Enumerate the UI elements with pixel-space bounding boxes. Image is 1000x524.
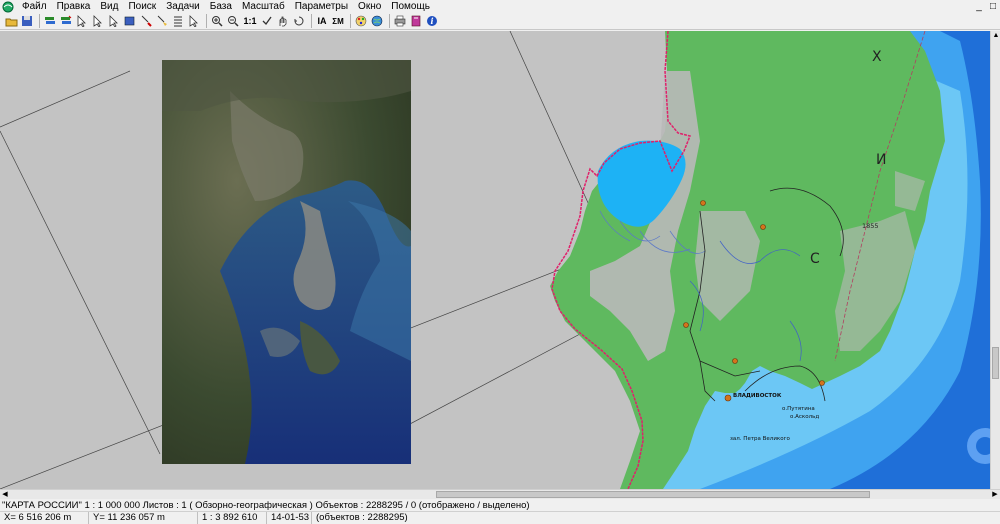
minimize-button[interactable]: _ [972, 1, 986, 13]
globe-icon[interactable] [370, 14, 384, 28]
map-label-peter-bay: зал. Петра Великого [730, 436, 790, 442]
toolbar-separator [206, 14, 207, 28]
layers-icon[interactable] [43, 14, 57, 28]
scroll-up-icon[interactable]: ▲ [991, 31, 1000, 41]
menu-help[interactable]: Помощь [386, 0, 435, 13]
book-icon[interactable] [409, 14, 423, 28]
menu-file[interactable]: Файл [17, 0, 52, 13]
toolbar-separator [350, 14, 351, 28]
y-value: 11 236 057 m [107, 512, 165, 523]
text-tool-icon[interactable]: IA [315, 14, 329, 28]
horizontal-scrollbar[interactable]: ◀ ▶ [0, 489, 1000, 499]
y-label: Y= [93, 512, 105, 523]
status-time: 14-01-53 [267, 512, 312, 524]
menu-bar: Файл Правка Вид Поиск Задачи База Масшта… [0, 0, 1000, 13]
rotate-icon[interactable] [292, 14, 306, 28]
palette-icon[interactable] [354, 14, 368, 28]
app-icon[interactable] [2, 1, 14, 13]
open-folder-icon[interactable] [4, 14, 18, 28]
zoom-out-icon[interactable] [226, 14, 240, 28]
map-label-elevation: 1855 [862, 222, 879, 230]
status-scale: 1 : 3 892 610 [198, 512, 267, 524]
map-label-char1: Х [872, 49, 882, 65]
vertical-scrollbar[interactable]: ▲ [990, 31, 1000, 489]
select-area-icon[interactable] [139, 14, 153, 28]
select-pointer2-icon[interactable] [91, 14, 105, 28]
x-label: X= [4, 512, 16, 523]
select-pointer-icon[interactable] [75, 14, 89, 28]
map-canvas[interactable]: Х С И 1855 ВЛАДИВОСТОК о.Путятина о.Аско… [0, 31, 990, 489]
menu-window[interactable]: Окно [353, 0, 386, 13]
map-label-askold: о.Аскольд [790, 414, 819, 420]
menu-view[interactable]: Вид [95, 0, 123, 13]
map-label-char2: С [810, 251, 820, 267]
status-x-coordinate: X= 6 516 206 m [0, 512, 89, 524]
menu-database[interactable]: База [205, 0, 237, 13]
satellite-image [162, 60, 411, 464]
zoom-reset-button[interactable]: 1:1 [242, 14, 258, 28]
menu-search[interactable]: Поиск [123, 0, 161, 13]
toolbar: 1:1 IA ΣM i [0, 13, 1000, 30]
object-list-icon[interactable] [171, 14, 185, 28]
map-label-putyatina: о.Путятина [782, 406, 815, 412]
x-value: 6 516 206 m [18, 512, 72, 523]
toolbar-separator [389, 14, 390, 28]
svg-text:i: i [430, 16, 433, 26]
horizontal-scroll-thumb[interactable] [436, 491, 870, 498]
status-bar-coordinates: X= 6 516 206 m Y= 11 236 057 m 1 : 3 892… [0, 512, 1000, 524]
pan-hand-icon[interactable] [276, 14, 290, 28]
save-icon[interactable] [20, 14, 34, 28]
info-icon[interactable]: i [425, 14, 439, 28]
toolbar-separator [39, 14, 40, 28]
status-object-count: (объектов : 2288295) [316, 512, 408, 523]
select-pointer4-icon[interactable] [187, 14, 201, 28]
menu-edit[interactable]: Правка [52, 0, 96, 13]
menu-scale[interactable]: Масштаб [237, 0, 290, 13]
print-icon[interactable] [393, 14, 407, 28]
maximize-button[interactable]: □ [986, 1, 1000, 13]
window-controls: _ □ [972, 1, 1000, 13]
menu-parameters[interactable]: Параметры [290, 0, 353, 13]
toolbar-separator [311, 14, 312, 28]
measure-icon[interactable]: ΣM [331, 14, 345, 28]
vertical-scroll-thumb[interactable] [992, 347, 999, 379]
menu-tasks[interactable]: Задачи [161, 0, 205, 13]
scroll-right-icon[interactable]: ▶ [990, 490, 1000, 499]
zoom-in-icon[interactable] [210, 14, 224, 28]
map-label-vladivostok: ВЛАДИВОСТОК [733, 393, 782, 399]
map-drawing: Х С И 1855 ВЛАДИВОСТОК о.Путятина о.Аско… [0, 31, 990, 489]
select-pointer3-icon[interactable] [107, 14, 121, 28]
select-rectangle-icon[interactable] [123, 14, 137, 28]
layers-edit-icon[interactable] [59, 14, 73, 28]
check-icon[interactable] [260, 14, 274, 28]
status-bar-map-info: "КАРТА РОССИИ" 1 : 1 000 000 Листов : 1 … [0, 500, 1000, 512]
scroll-left-icon[interactable]: ◀ [0, 490, 10, 499]
map-label-char3: И [876, 152, 886, 168]
status-y-coordinate: Y= 11 236 057 m [89, 512, 198, 524]
select-polygon-icon[interactable] [155, 14, 169, 28]
